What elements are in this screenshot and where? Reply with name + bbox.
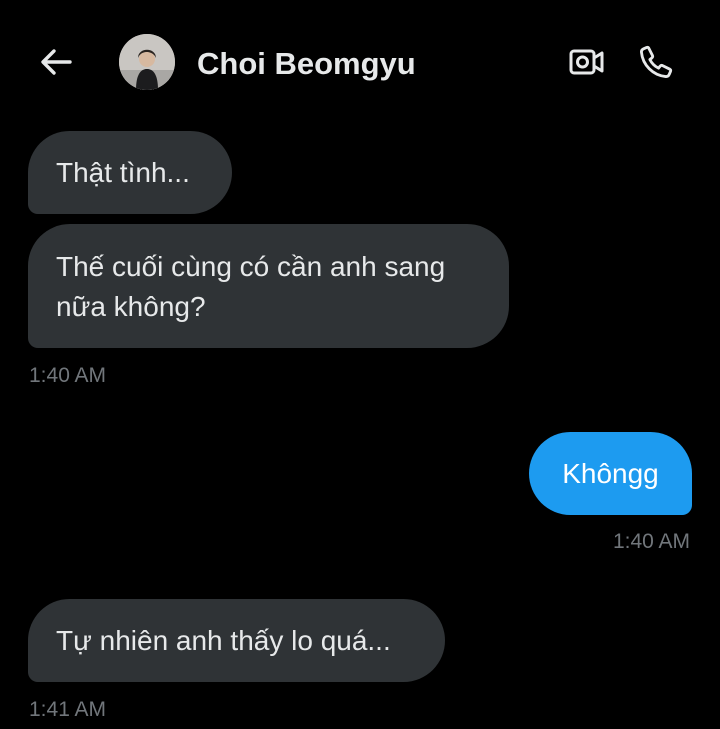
voice-call-button[interactable]	[634, 40, 678, 84]
avatar[interactable]	[119, 34, 175, 90]
chat-header: Choi Beomgyu	[0, 0, 720, 128]
video-call-button[interactable]	[566, 42, 608, 82]
message-timestamp: 1:40 AM	[612, 530, 690, 553]
back-button[interactable]	[36, 44, 76, 80]
contact-name[interactable]: Choi Beomgyu	[197, 44, 416, 84]
message-timestamp: 1:40 AM	[29, 364, 107, 387]
message-timestamp: 1:41 AM	[29, 698, 107, 721]
message-text: Thế cuối cùng có cần anh sang nữa không?	[56, 251, 446, 322]
video-camera-icon	[569, 49, 604, 75]
message-text: Khôngg	[562, 457, 659, 489]
message-bubble[interactable]: Thế cuối cùng có cần anh sang nữa không?	[28, 224, 509, 348]
arrow-left-icon	[41, 49, 72, 75]
phone-icon	[640, 45, 673, 78]
message-bubble[interactable]: Tự nhiên anh thấy lo quá...	[28, 599, 445, 682]
message-bubble[interactable]: Thật tình...	[28, 131, 232, 214]
avatar-photo	[119, 34, 175, 90]
message-text: Thật tình...	[56, 156, 190, 188]
message-bubble-outgoing[interactable]: Khôngg	[529, 432, 692, 515]
message-text: Tự nhiên anh thấy lo quá...	[56, 624, 391, 656]
